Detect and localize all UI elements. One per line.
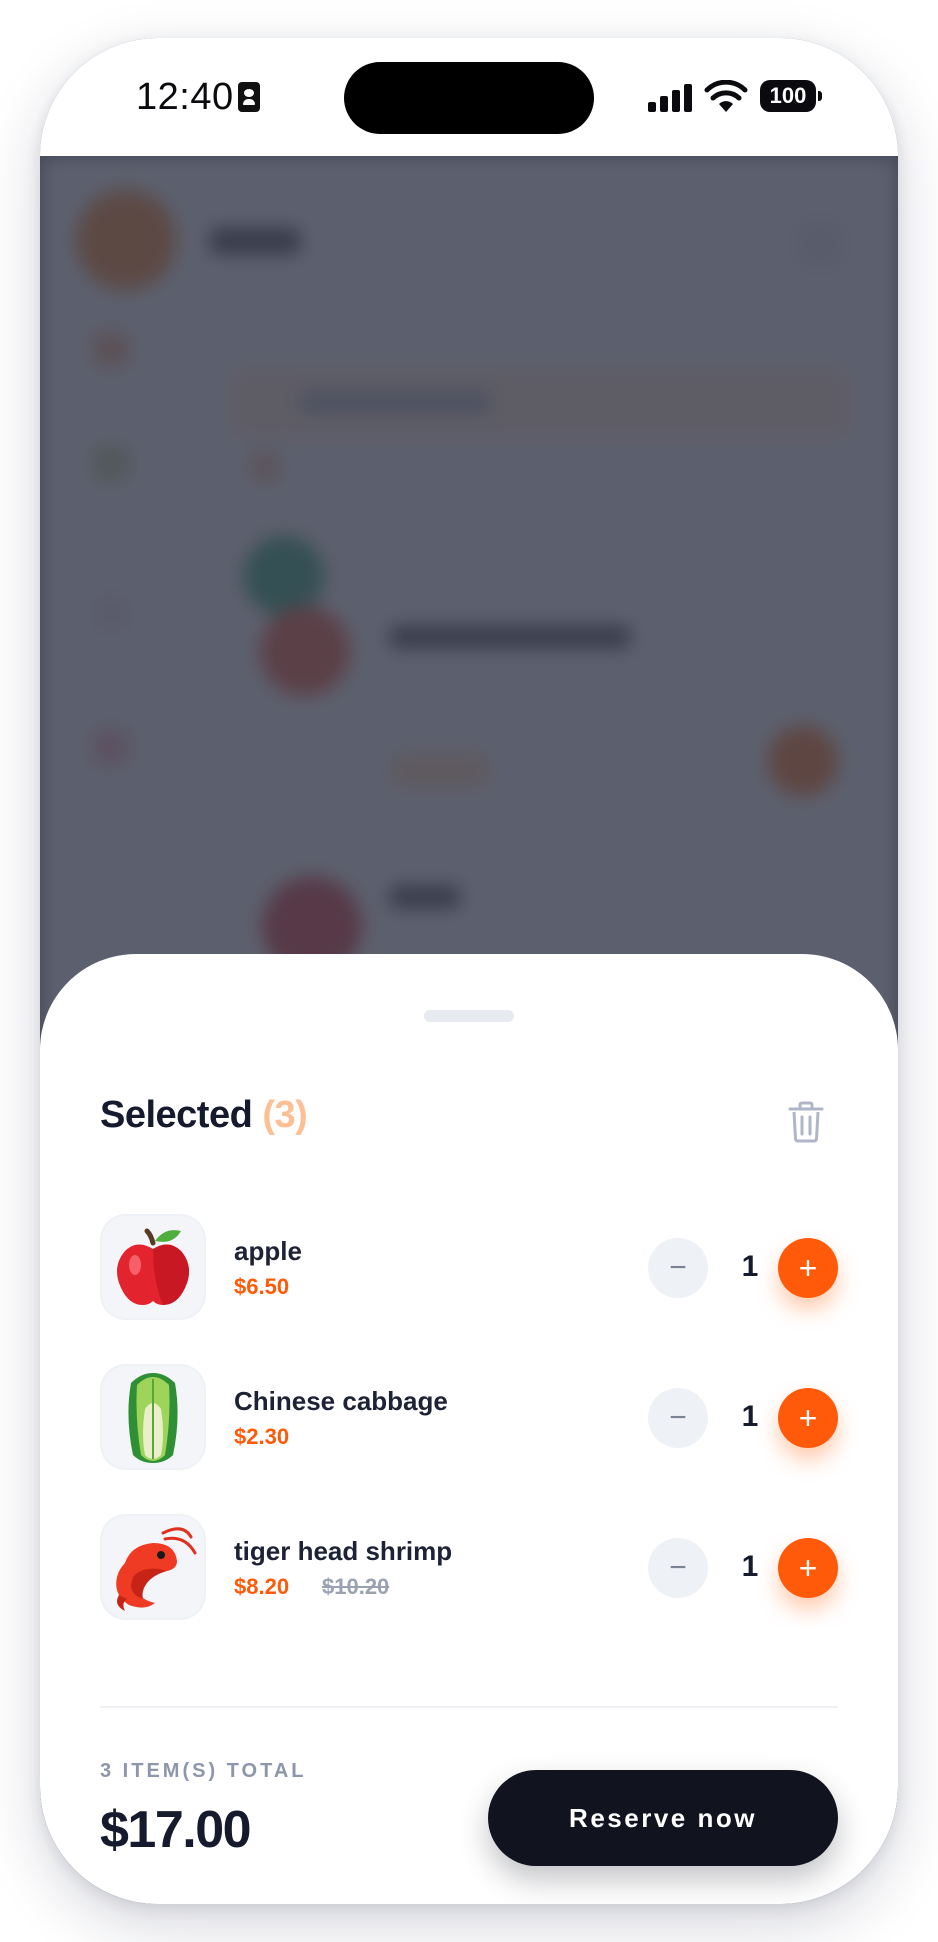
item-name: apple — [234, 1236, 302, 1266]
item-original-price: $10.20 — [322, 1574, 390, 1599]
phone-frame: 12:40 100 Selected (3) apple $6.50 − 1 +… — [40, 38, 898, 1904]
decrease-quantity-button[interactable]: − — [648, 1388, 708, 1448]
item-name: Chinese cabbage — [234, 1386, 448, 1416]
item-name: tiger head shrimp — [234, 1536, 453, 1566]
item-price: $2.30 — [234, 1424, 290, 1449]
cart-title-text: Selected — [100, 1094, 253, 1136]
id-card-icon — [238, 82, 260, 112]
item-quantity: 1 — [741, 1550, 759, 1583]
item-quantity: 1 — [741, 1250, 759, 1283]
item-quantity: 1 — [741, 1400, 759, 1433]
increase-quantity-button[interactable]: + — [778, 1238, 838, 1298]
drag-handle[interactable] — [424, 1010, 514, 1022]
item-thumbnail — [100, 1214, 206, 1320]
increase-quantity-button[interactable]: + — [778, 1388, 838, 1448]
status-bar: 12:40 100 — [40, 38, 898, 156]
shrimp-icon — [116, 1527, 197, 1611]
cart-item: Chinese cabbage $2.30 − 1 + — [100, 1364, 838, 1472]
cabbage-icon — [128, 1373, 178, 1463]
cart-sheet: Selected (3) apple $6.50 − 1 + Chinese c… — [40, 954, 898, 1904]
item-price: $8.20 — [234, 1574, 290, 1599]
cart-item: apple $6.50 − 1 + — [100, 1214, 838, 1322]
total-value: $17.00 — [100, 1801, 252, 1859]
status-time: 12:40 — [136, 76, 234, 118]
battery-icon: 100 — [760, 80, 822, 112]
reserve-now-button[interactable]: Reserve now — [488, 1770, 838, 1866]
increase-quantity-button[interactable]: + — [778, 1538, 838, 1598]
item-thumbnail — [100, 1364, 206, 1470]
dynamic-island — [344, 62, 594, 134]
item-price: $6.50 — [234, 1274, 290, 1299]
trash-icon[interactable] — [786, 1100, 826, 1144]
wifi-icon — [704, 80, 748, 112]
cart-count: (3) — [262, 1094, 308, 1136]
cart-item: tiger head shrimp $8.20 $10.20 − 1 + — [100, 1514, 838, 1622]
decrease-quantity-button[interactable]: − — [648, 1538, 708, 1598]
decrease-quantity-button[interactable]: − — [648, 1238, 708, 1298]
item-thumbnail — [100, 1514, 206, 1620]
total-label: 3 ITEM(S) TOTAL — [100, 1760, 307, 1782]
cart-title: Selected (3) — [100, 1094, 308, 1137]
signal-icon — [648, 84, 694, 112]
apple-icon — [117, 1228, 189, 1305]
divider — [100, 1706, 838, 1708]
